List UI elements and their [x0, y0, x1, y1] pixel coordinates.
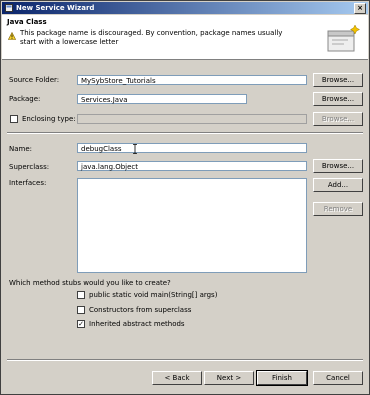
wizard-app-icon: [5, 4, 13, 12]
enclosing-type-checkbox[interactable]: [10, 115, 18, 123]
source-folder-field[interactable]: MySybStore_Tutorials: [77, 75, 307, 85]
superclass-label: Superclass:: [9, 163, 50, 171]
inherited-abstract-methods-label: Inherited abstract methods: [89, 320, 185, 328]
main-method-label: public static void main(String[] args): [89, 291, 218, 299]
method-stubs-question: Which method stubs would you like to cre…: [9, 279, 171, 287]
remove-interface-button[interactable]: Remove: [313, 202, 363, 216]
superclass-browse-button[interactable]: Browse...: [313, 159, 363, 173]
warning-message: This package name is discouraged. By con…: [20, 29, 283, 46]
next-button[interactable]: Next >: [204, 371, 254, 385]
separator: [7, 132, 363, 134]
add-interface-button[interactable]: Add...: [313, 178, 363, 192]
interfaces-label: Interfaces:: [9, 179, 47, 187]
name-label: Name:: [9, 145, 33, 153]
source-folder-browse-button[interactable]: Browse...: [313, 73, 363, 87]
package-field[interactable]: Services.Java: [77, 94, 247, 104]
text-cursor-icon: [133, 144, 137, 154]
back-button[interactable]: < Back: [152, 371, 202, 385]
warning-icon: [8, 32, 16, 40]
page-title: Java Class: [7, 18, 47, 26]
window-title: New Service Wizard: [16, 4, 95, 12]
source-folder-label: Source Folder:: [9, 76, 60, 84]
class-name-field[interactable]: debugClass: [77, 143, 307, 153]
enclosing-type-field[interactable]: [77, 114, 307, 124]
superclass-field[interactable]: java.lang.Object: [77, 161, 307, 171]
separator: [7, 359, 363, 361]
title-bar[interactable]: New Service Wizard ×: [2, 2, 368, 14]
cancel-button[interactable]: Cancel: [313, 371, 363, 385]
constructors-label: Constructors from superclass: [89, 306, 192, 314]
package-label: Package:: [9, 95, 41, 103]
enclosing-type-label: Enclosing type:: [22, 115, 76, 123]
wizard-window: New Service Wizard × Java Class This pac…: [0, 0, 370, 395]
class-wizard-icon: [327, 24, 361, 52]
inherited-abstract-methods-checkbox[interactable]: ✓: [77, 320, 85, 328]
interfaces-list[interactable]: [77, 178, 307, 273]
wizard-banner: Java Class This package name is discoura…: [2, 15, 368, 60]
close-button[interactable]: ×: [354, 3, 366, 14]
package-browse-button[interactable]: Browse...: [313, 92, 363, 106]
enclosing-type-browse-button[interactable]: Browse...: [313, 112, 363, 126]
main-method-checkbox[interactable]: [77, 291, 85, 299]
finish-button[interactable]: Finish: [256, 370, 308, 386]
constructors-checkbox[interactable]: [77, 306, 85, 314]
